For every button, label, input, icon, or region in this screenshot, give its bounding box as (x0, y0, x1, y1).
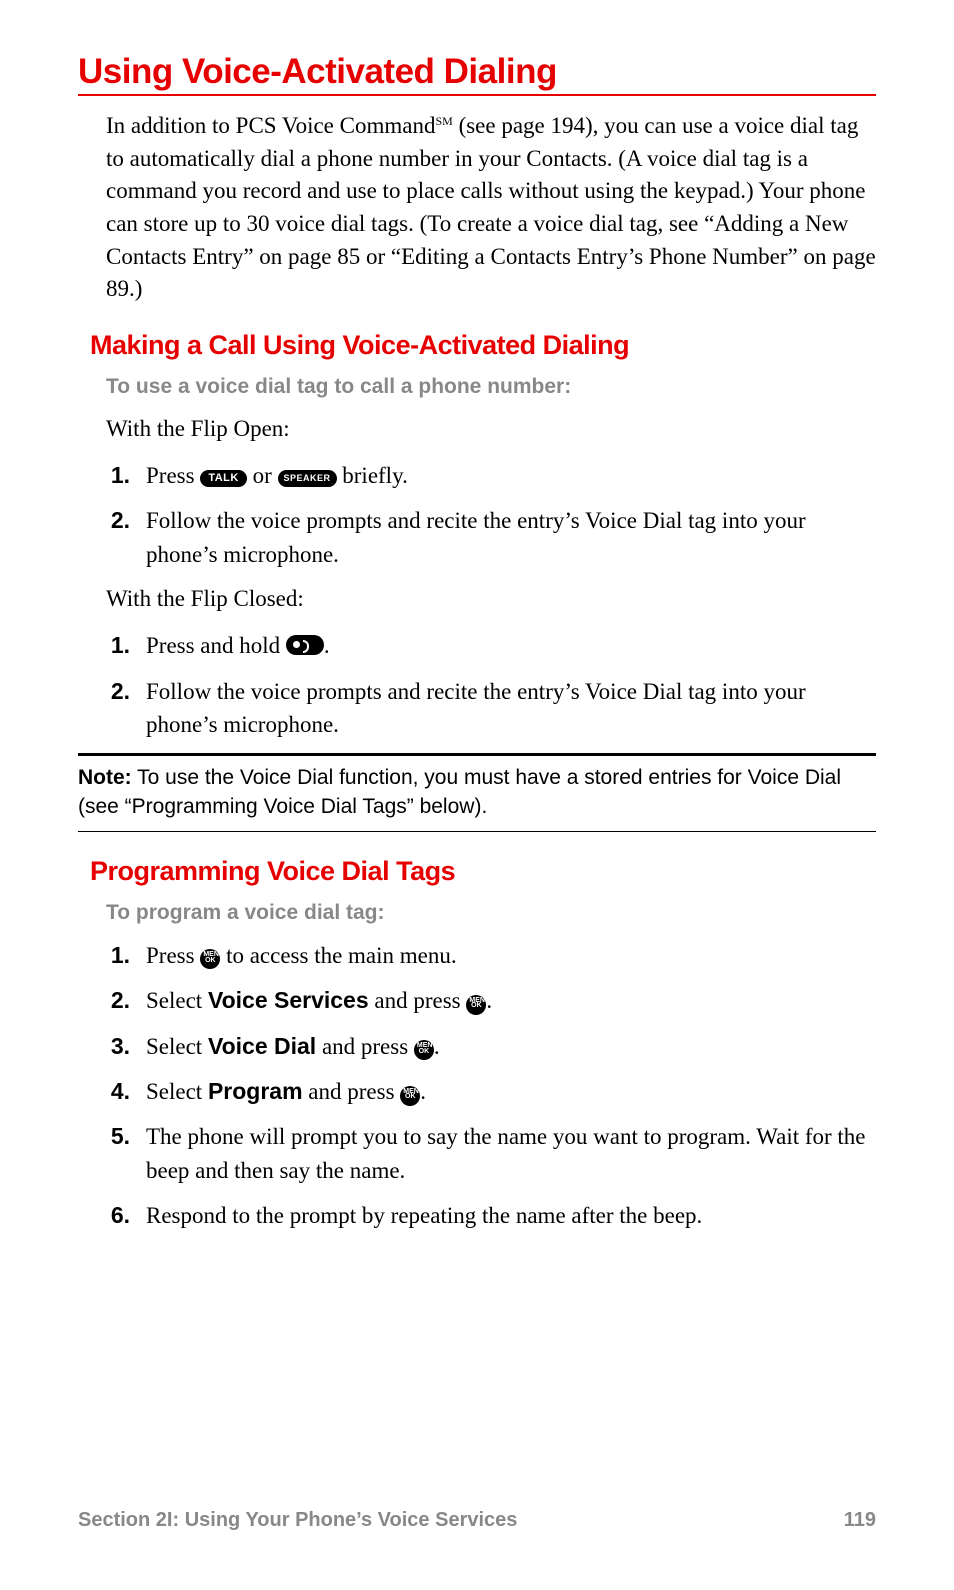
step-number: 3. (106, 1030, 146, 1063)
text: . (324, 633, 330, 658)
list-item: 6. Respond to the prompt by repeating th… (106, 1199, 876, 1232)
menu-ok-key-icon: MENU OK (414, 1040, 434, 1060)
voice-services-bold: Voice Services (208, 987, 369, 1013)
step-number: 6. (106, 1199, 146, 1232)
text: . (434, 1034, 440, 1059)
instruction-lead-program: To program a voice dial tag: (106, 901, 876, 925)
text: Press (146, 943, 200, 968)
list-item: 1. Press and hold . (106, 629, 876, 662)
trademark-sm: SM (435, 114, 452, 128)
text: or (247, 463, 278, 488)
step-number: 1. (106, 629, 146, 662)
step-text: Follow the voice prompts and recite the … (146, 675, 876, 742)
menu-ok-key-icon: MENU OK (200, 949, 220, 969)
step-number: 1. (106, 939, 146, 972)
text: briefly. (337, 463, 408, 488)
step-text: Press TALK or SPEAKER briefly. (146, 459, 876, 492)
list-item: 2. Follow the voice prompts and recite t… (106, 504, 876, 571)
text: to access the main menu. (220, 943, 456, 968)
intro-paragraph: In addition to PCS Voice CommandSM (see … (106, 110, 876, 306)
section-label: Section 2I: Using Your Phone’s Voice Ser… (78, 1509, 517, 1532)
text: Select (146, 1079, 208, 1104)
text: Press (146, 463, 200, 488)
program-steps: 1. Press MENU OK to access the main menu… (106, 939, 876, 1232)
flip-closed-steps: 1. Press and hold . 2. Follow the voice … (106, 629, 876, 741)
list-item: 2. Follow the voice prompts and recite t… (106, 675, 876, 742)
list-item: 2. Select Voice Services and press MENU … (106, 984, 876, 1017)
step-number: 4. (106, 1075, 146, 1108)
step-text: Press MENU OK to access the main menu. (146, 939, 876, 972)
text: and press (303, 1079, 401, 1104)
step-text: Press and hold . (146, 629, 876, 662)
note-label: Note: (78, 766, 132, 789)
page-number: 119 (844, 1509, 876, 1532)
step-number: 5. (106, 1120, 146, 1187)
flip-open-steps: 1. Press TALK or SPEAKER briefly. 2. Fol… (106, 459, 876, 571)
step-text: Select Program and press MENU OK. (146, 1075, 876, 1108)
step-number: 2. (106, 984, 146, 1017)
subheading-programming: Programming Voice Dial Tags (90, 856, 876, 887)
text: Press and hold (146, 633, 286, 658)
text: Select (146, 988, 208, 1013)
talk-key-icon: TALK (200, 470, 247, 487)
step-text: Respond to the prompt by repeating the n… (146, 1199, 876, 1232)
menu-ok-key-icon: MENU OK (466, 995, 486, 1015)
program-bold: Program (208, 1078, 303, 1104)
step-number: 2. (106, 504, 146, 571)
step-text: Follow the voice prompts and recite the … (146, 504, 876, 571)
text: . (420, 1079, 426, 1104)
intro-text-b: (see page 194), you can use a voice dial… (106, 113, 876, 301)
side-key-icon (286, 635, 324, 655)
page-footer: Section 2I: Using Your Phone’s Voice Ser… (78, 1509, 876, 1532)
note-box: Note: To use the Voice Dial function, yo… (78, 753, 876, 832)
step-text: Select Voice Dial and press MENU OK. (146, 1030, 876, 1063)
intro-text-a: In addition to PCS Voice Command (106, 113, 435, 138)
step-number: 2. (106, 675, 146, 742)
step-text: The phone will prompt you to say the nam… (146, 1120, 876, 1187)
subheading-making-call: Making a Call Using Voice-Activated Dial… (90, 330, 876, 361)
list-item: 3. Select Voice Dial and press MENU OK. (106, 1030, 876, 1063)
voice-dial-bold: Voice Dial (208, 1033, 316, 1059)
step-text: Select Voice Services and press MENU OK. (146, 984, 876, 1017)
flip-open-label: With the Flip Open: (106, 413, 876, 445)
list-item: 1. Press MENU OK to access the main menu… (106, 939, 876, 972)
instruction-lead-make: To use a voice dial tag to call a phone … (106, 375, 876, 399)
flip-closed-label: With the Flip Closed: (106, 583, 876, 615)
speaker-key-icon: SPEAKER (278, 470, 337, 487)
text: and press (316, 1034, 414, 1059)
menu-ok-key-icon: MENU OK (400, 1086, 420, 1106)
list-item: 1. Press TALK or SPEAKER briefly. (106, 459, 876, 492)
step-number: 1. (106, 459, 146, 492)
note-body: To use the Voice Dial function, you must… (78, 766, 841, 817)
list-item: 5. The phone will prompt you to say the … (106, 1120, 876, 1187)
list-item: 4. Select Program and press MENU OK. (106, 1075, 876, 1108)
text: and press (369, 988, 467, 1013)
text: . (486, 988, 492, 1013)
text: Select (146, 1034, 208, 1059)
page-title: Using Voice-Activated Dialing (78, 52, 876, 96)
